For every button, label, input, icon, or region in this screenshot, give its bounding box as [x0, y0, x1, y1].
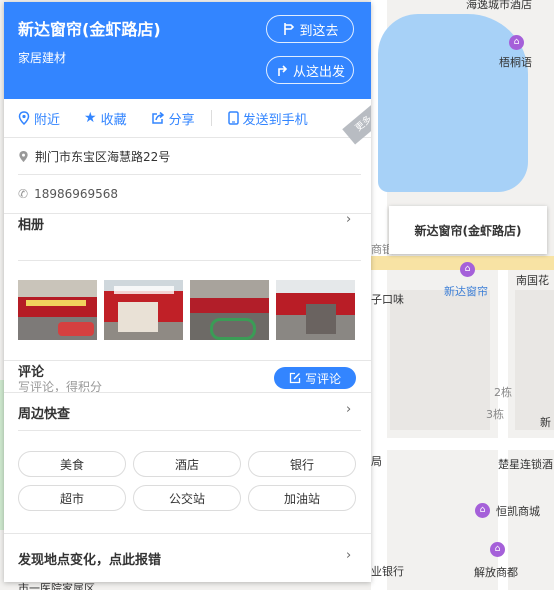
map-label-xin: 新 [540, 416, 551, 429]
map-label-building3: 3栋 [486, 408, 504, 421]
nearby-search-title[interactable]: 周边快查 [18, 403, 70, 422]
nearby-chip-bank[interactable]: 银行 [248, 451, 356, 477]
poi-pin-icon[interactable]: ⌂ [460, 262, 475, 277]
map-label-zikouwei: 子口味 [371, 293, 404, 306]
album-title[interactable]: 相册 [18, 214, 44, 233]
share-button[interactable]: 分享 [139, 109, 207, 128]
divider [4, 360, 371, 361]
photo-strip [18, 280, 358, 340]
nearby-button[interactable]: 附近 [4, 109, 72, 128]
send-to-phone-label: 发送到手机 [242, 112, 308, 128]
store-photo[interactable] [104, 280, 183, 340]
map-label-jiefang[interactable]: 解放商都 [474, 564, 518, 580]
map-lake [378, 14, 528, 192]
nearby-chip-bus-stop[interactable]: 公交站 [133, 485, 241, 511]
map-label-hengkai[interactable]: 恒凯商城 [496, 503, 540, 519]
place-category: 家居建材 [18, 51, 67, 65]
map-block [390, 290, 490, 430]
nearby-chip-food[interactable]: 美食 [18, 451, 126, 477]
location-pin-icon [19, 151, 28, 162]
map-label-xinda[interactable]: 新达窗帘 [444, 283, 488, 299]
panel-header: 新达窗帘(金虾路店) 家居建材 到这去 从这出发 [4, 2, 371, 99]
map-road [371, 438, 554, 450]
report-error-link[interactable]: 发现地点变化，点此报错 [18, 549, 161, 568]
share-label: 分享 [168, 112, 195, 128]
address-row: 荆门市东宝区海慧路22号 [18, 148, 170, 165]
map-label-chuxing: 楚星连锁酒 [498, 458, 553, 471]
nearby-search-chips: 美食 酒店 银行 超市 公交站 加油站 [18, 451, 358, 511]
poi-pin-icon[interactable]: ⌂ [475, 503, 490, 518]
go-here-button[interactable]: 到这去 [266, 15, 354, 43]
from-here-button[interactable]: 从这出发 [266, 56, 354, 84]
map-callout[interactable]: 新达窗帘(金虾路店) [389, 206, 547, 254]
divider [18, 430, 361, 431]
poi-pin-icon[interactable]: ⌂ [490, 542, 505, 557]
chevron-right-icon[interactable]: › [346, 212, 351, 227]
telephone-icon: ✆ [18, 187, 29, 201]
address-text: 荆门市东宝区海慧路22号 [35, 150, 171, 164]
go-here-label: 到这去 [299, 23, 339, 39]
store-photo[interactable] [276, 280, 355, 340]
map-label-ju: 局 [371, 455, 382, 468]
from-here-label: 从这出发 [292, 64, 345, 80]
nearby-chip-hotel[interactable]: 酒店 [133, 451, 241, 477]
nearby-chip-gas-station[interactable]: 加油站 [248, 485, 356, 511]
divider [18, 260, 361, 261]
map-label-nanguo: 南国花 [516, 274, 549, 287]
store-photo[interactable] [190, 280, 269, 340]
star-icon: ★ [84, 110, 97, 126]
divider [4, 392, 371, 393]
poi-pin-icon[interactable]: ⌂ [509, 35, 524, 50]
location-pin-icon [18, 111, 30, 125]
map-label-building2: 2栋 [494, 386, 512, 399]
phone-number[interactable]: 18986969568 [34, 187, 118, 201]
share-icon [151, 111, 164, 124]
action-bar: 附近 ★ 收藏 分享 发送到手机 [4, 99, 371, 138]
chevron-right-icon[interactable]: › [346, 402, 351, 417]
divider [4, 213, 371, 214]
write-comment-label: 写评论 [304, 371, 341, 386]
send-to-phone-button[interactable]: 发送到手机 [216, 109, 320, 128]
map-block [515, 290, 554, 430]
map-label-bank: 业银行 [371, 565, 404, 578]
favorite-label: 收藏 [100, 112, 127, 128]
map-label-wutongyu[interactable]: 梧桐语 [499, 54, 532, 70]
favorite-button[interactable]: ★ 收藏 [72, 109, 139, 128]
nearby-chip-supermarket[interactable]: 超市 [18, 485, 126, 511]
place-name: 新达窗帘(金虾路店) [18, 20, 161, 39]
store-photo[interactable] [18, 280, 97, 340]
phone-row: ✆ 18986969568 [18, 187, 118, 201]
map-label-hotel: 海逸城市酒店 [466, 0, 532, 11]
nearby-label: 附近 [34, 112, 61, 128]
divider [18, 174, 361, 175]
phone-icon [227, 111, 239, 125]
edit-icon [289, 372, 301, 384]
write-comment-button[interactable]: 写评论 [274, 367, 356, 389]
route-to-icon [284, 23, 295, 35]
place-detail-panel: 新达窗帘(金虾路店) 家居建材 到这去 从这出发 附近 ★ 收藏 分享 发送到手… [4, 2, 371, 582]
route-from-icon [278, 65, 288, 76]
action-divider [210, 110, 212, 126]
divider [4, 533, 371, 534]
chevron-right-icon[interactable]: › [346, 548, 351, 563]
